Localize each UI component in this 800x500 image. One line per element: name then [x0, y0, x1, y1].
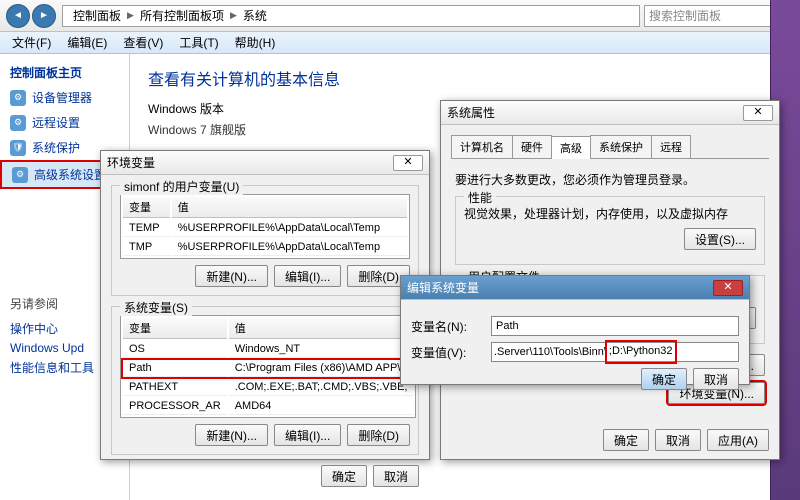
back-button[interactable]: ◄ — [6, 4, 30, 28]
sys-new-button[interactable]: 新建(N)... — [195, 424, 268, 446]
dialog-titlebar[interactable]: 系统属性 ✕ — [441, 101, 779, 125]
menu-tools[interactable]: 工具(T) — [171, 32, 226, 53]
varvalue-input[interactable]: .Server\110\Tools\Binn\;D:\Python32 — [491, 342, 739, 362]
tab-remote[interactable]: 远程 — [651, 135, 691, 158]
sidebar-item-device-manager[interactable]: ⚙ 设备管理器 — [0, 85, 129, 110]
tab-advanced[interactable]: 高级 — [551, 136, 591, 159]
cancel-button[interactable]: 取消 — [373, 465, 419, 487]
gear-icon: ⚙ — [12, 167, 28, 183]
menu-file[interactable]: 文件(F) — [4, 32, 59, 53]
cancel-button[interactable]: 取消 — [655, 429, 701, 451]
page-title: 查看有关计算机的基本信息 — [148, 66, 782, 90]
table-row-path[interactable]: PathC:\Program Files (x86)\AMD APP\. — [123, 360, 413, 377]
user-edit-button[interactable]: 编辑(I)... — [274, 265, 341, 287]
sidebar-item-label: 系统保护 — [32, 139, 80, 156]
dialog-title: 系统属性 — [447, 104, 495, 121]
sidebar-item-label: 高级系统设置 — [34, 166, 106, 183]
varvalue-highlight: ;D:\Python32 — [607, 342, 675, 362]
sidebar-item-label: 远程设置 — [32, 114, 80, 131]
perf-legend: 性能 — [464, 189, 496, 206]
dialog-title: 环境变量 — [107, 154, 155, 171]
gear-icon: ⚙ — [10, 115, 26, 131]
varname-input[interactable] — [491, 316, 739, 336]
perf-text: 视觉效果，处理器计划，内存使用，以及虚拟内存 — [464, 205, 756, 222]
user-new-button[interactable]: 新建(N)... — [195, 265, 268, 287]
breadcrumb-item[interactable]: 所有控制面板项 — [134, 6, 230, 26]
tab-hardware[interactable]: 硬件 — [512, 135, 552, 158]
dialog-title: 编辑系统变量 — [407, 279, 479, 296]
tab-strip: 计算机名 硬件 高级 系统保护 远程 — [451, 135, 769, 159]
gear-icon: ⚙ — [10, 90, 26, 106]
sidebar-header[interactable]: 控制面板主页 — [0, 60, 129, 85]
perf-settings-button[interactable]: 设置(S)... — [684, 228, 756, 250]
menu-edit[interactable]: 编辑(E) — [59, 32, 115, 53]
explorer-addressbar: ◄ ► 控制面板 ▶ 所有控制面板项 ▶ 系统 搜索控制面板 — [0, 0, 800, 32]
table-row[interactable]: TEMP%USERPROFILE%\AppData\Local\Temp — [123, 220, 407, 237]
breadcrumb-item[interactable]: 系统 — [237, 6, 273, 26]
col-value: 值 — [229, 318, 414, 339]
varvalue-prefix: .Server\110\Tools\Binn\ — [494, 346, 607, 358]
varname-label: 变量名(N): — [411, 318, 491, 335]
ok-button[interactable]: 确定 — [321, 465, 367, 487]
dialog-titlebar[interactable]: 编辑系统变量 ✕ — [401, 276, 749, 300]
menu-view[interactable]: 查看(V) — [115, 32, 171, 53]
close-icon[interactable]: ✕ — [743, 105, 773, 121]
shield-icon: 🛡 — [10, 140, 26, 156]
user-vars-legend: simonf 的用户变量(U) — [120, 178, 243, 195]
sys-delete-button[interactable]: 删除(D) — [347, 424, 410, 446]
apply-button[interactable]: 应用(A) — [707, 429, 769, 451]
tab-protection[interactable]: 系统保护 — [590, 135, 652, 158]
table-row[interactable]: PATHEXT.COM;.EXE;.BAT;.CMD;.VBS;.VBE; — [123, 379, 413, 396]
menubar: 文件(F) 编辑(E) 查看(V) 工具(T) 帮助(H) — [0, 32, 800, 54]
chevron-right-icon: ▶ — [127, 10, 134, 21]
sidebar-item-remote[interactable]: ⚙ 远程设置 — [0, 110, 129, 135]
table-row[interactable]: TMP%USERPROFILE%\AppData\Local\Temp — [123, 239, 407, 256]
tab-computername[interactable]: 计算机名 — [451, 135, 513, 158]
col-value: 值 — [172, 197, 407, 218]
col-variable: 变量 — [123, 197, 170, 218]
close-icon[interactable]: ✕ — [393, 155, 423, 171]
dialog-titlebar[interactable]: 环境变量 ✕ — [101, 151, 429, 175]
table-row[interactable]: PROCESSOR_ARAMD64 — [123, 398, 413, 415]
breadcrumb-item[interactable]: 控制面板 — [67, 6, 127, 26]
breadcrumb[interactable]: 控制面板 ▶ 所有控制面板项 ▶ 系统 — [62, 5, 640, 27]
ok-button[interactable]: 确定 — [603, 429, 649, 451]
varvalue-label: 变量值(V): — [411, 344, 491, 361]
admin-note: 要进行大多数更改，您必须作为管理员登录。 — [455, 171, 765, 188]
table-row[interactable]: OSWindows_NT — [123, 341, 413, 358]
col-variable: 变量 — [123, 318, 227, 339]
user-vars-table[interactable]: 变量值 TEMP%USERPROFILE%\AppData\Local\Temp… — [120, 194, 410, 259]
chevron-right-icon: ▶ — [230, 10, 237, 21]
close-icon[interactable]: ✕ — [713, 280, 743, 296]
sys-vars-legend: 系统变量(S) — [120, 299, 192, 316]
env-variables-dialog: 环境变量 ✕ simonf 的用户变量(U) 变量值 TEMP%USERPROF… — [100, 150, 430, 460]
menu-help[interactable]: 帮助(H) — [227, 32, 284, 53]
edit-variable-dialog: 编辑系统变量 ✕ 变量名(N): 变量值(V): .Server\110\Too… — [400, 275, 750, 385]
sys-edit-button[interactable]: 编辑(I)... — [274, 424, 341, 446]
sidebar-item-label: 设备管理器 — [32, 89, 92, 106]
forward-button[interactable]: ► — [32, 4, 56, 28]
ok-button[interactable]: 确定 — [641, 368, 687, 390]
sys-vars-table[interactable]: 变量值 OSWindows_NT PathC:\Program Files (x… — [120, 315, 416, 418]
cancel-button[interactable]: 取消 — [693, 368, 739, 390]
